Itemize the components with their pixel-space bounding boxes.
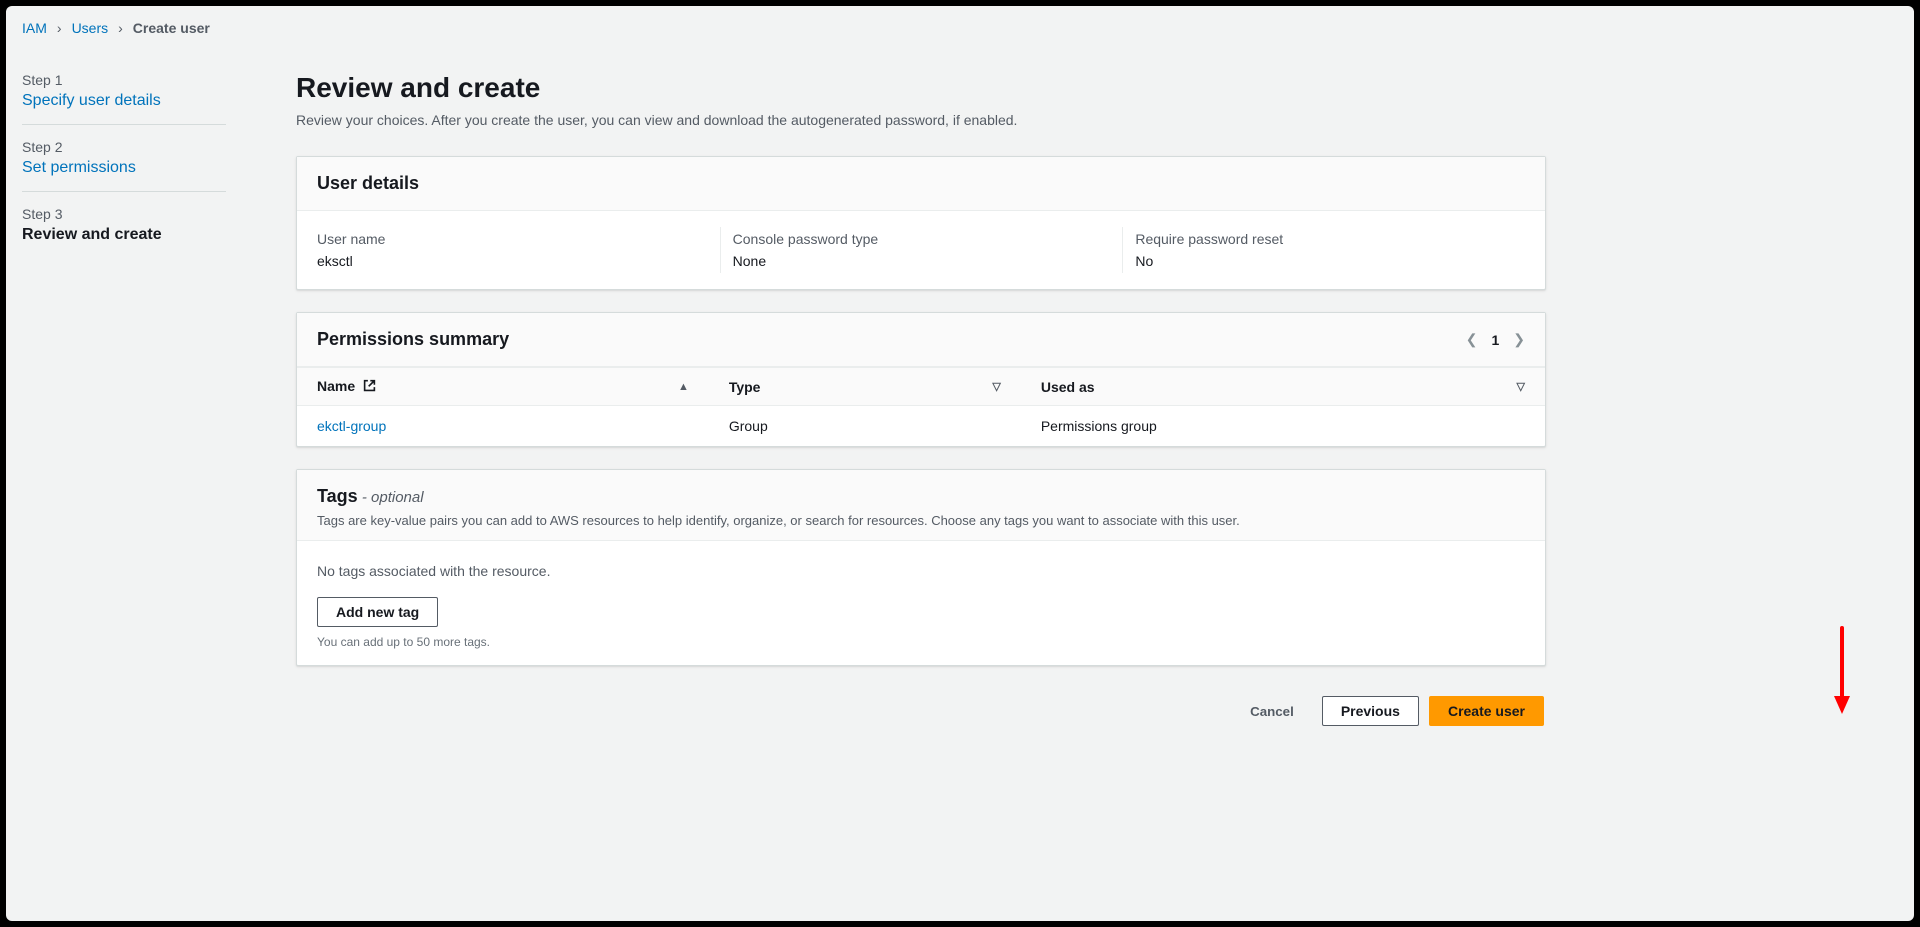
sort-asc-icon: ▲ — [678, 381, 689, 393]
permission-used-as: Permissions group — [1021, 406, 1545, 447]
tags-panel: Tags - optional Tags are key-value pairs… — [296, 469, 1546, 666]
page-description: Review your choices. After you create th… — [296, 112, 1546, 128]
col-type-label: Type — [729, 379, 761, 395]
create-user-button[interactable]: Create user — [1429, 696, 1544, 726]
no-tags-message: No tags associated with the resource. — [317, 557, 1525, 597]
previous-button[interactable]: Previous — [1322, 696, 1419, 726]
col-used-as[interactable]: Used as ▽ — [1021, 368, 1545, 406]
tags-hint: You can add up to 50 more tags. — [317, 635, 1525, 649]
sort-icon: ▽ — [992, 380, 1000, 393]
step2-link[interactable]: Set permissions — [22, 159, 136, 176]
col-type[interactable]: Type ▽ — [709, 368, 1021, 406]
reset-value: No — [1135, 253, 1513, 269]
breadcrumb-iam[interactable]: IAM — [22, 20, 47, 36]
permissions-summary-panel: Permissions summary ❮ 1 ❯ Nam — [296, 312, 1546, 447]
tags-title: Tags — [317, 486, 358, 506]
breadcrumb-current: Create user — [133, 20, 210, 36]
tags-description: Tags are key-value pairs you can add to … — [317, 513, 1525, 528]
password-type-label: Console password type — [733, 231, 1111, 247]
username-value: eksctl — [317, 253, 708, 269]
step3-label: Step 3 — [22, 206, 226, 222]
page-title: Review and create — [296, 72, 1546, 104]
footer-actions: Cancel Previous Create user — [296, 688, 1546, 726]
breadcrumb: IAM › Users › Create user — [16, 20, 1904, 44]
page-number: 1 — [1491, 332, 1499, 348]
permissions-summary-title: Permissions summary — [317, 329, 509, 350]
password-type-value: None — [733, 253, 1111, 269]
cancel-button[interactable]: Cancel — [1232, 698, 1312, 725]
user-details-panel: User details User name eksctl Console pa… — [296, 156, 1546, 290]
table-row: ekctl-group Group Permissions group — [297, 406, 1545, 447]
col-name[interactable]: Name ▲ — [297, 368, 709, 406]
permission-type: Group — [709, 406, 1021, 447]
permissions-table: Name ▲ Type — [297, 367, 1545, 446]
breadcrumb-users[interactable]: Users — [72, 20, 109, 36]
col-usedas-label: Used as — [1041, 379, 1095, 395]
external-link-icon — [363, 379, 376, 395]
step2-label: Step 2 — [22, 139, 226, 155]
col-name-label: Name — [317, 378, 355, 394]
pagination: ❮ 1 ❯ — [1466, 331, 1525, 348]
step3-current: Review and create — [22, 226, 226, 244]
reset-label: Require password reset — [1135, 231, 1513, 247]
add-new-tag-button[interactable]: Add new tag — [317, 597, 438, 627]
step1-link[interactable]: Specify user details — [22, 92, 161, 109]
step1-label: Step 1 — [22, 72, 226, 88]
chevron-right-icon: › — [57, 20, 62, 36]
permission-name-link[interactable]: ekctl-group — [317, 418, 386, 434]
page-next-icon[interactable]: ❯ — [1513, 331, 1525, 348]
chevron-right-icon: › — [118, 20, 123, 36]
wizard-steps: Step 1 Specify user details Step 2 Set p… — [16, 72, 226, 726]
page-prev-icon[interactable]: ❮ — [1466, 331, 1478, 348]
sort-icon: ▽ — [1517, 380, 1525, 393]
user-details-title: User details — [317, 173, 419, 194]
tags-optional: - optional — [358, 489, 424, 506]
username-label: User name — [317, 231, 708, 247]
